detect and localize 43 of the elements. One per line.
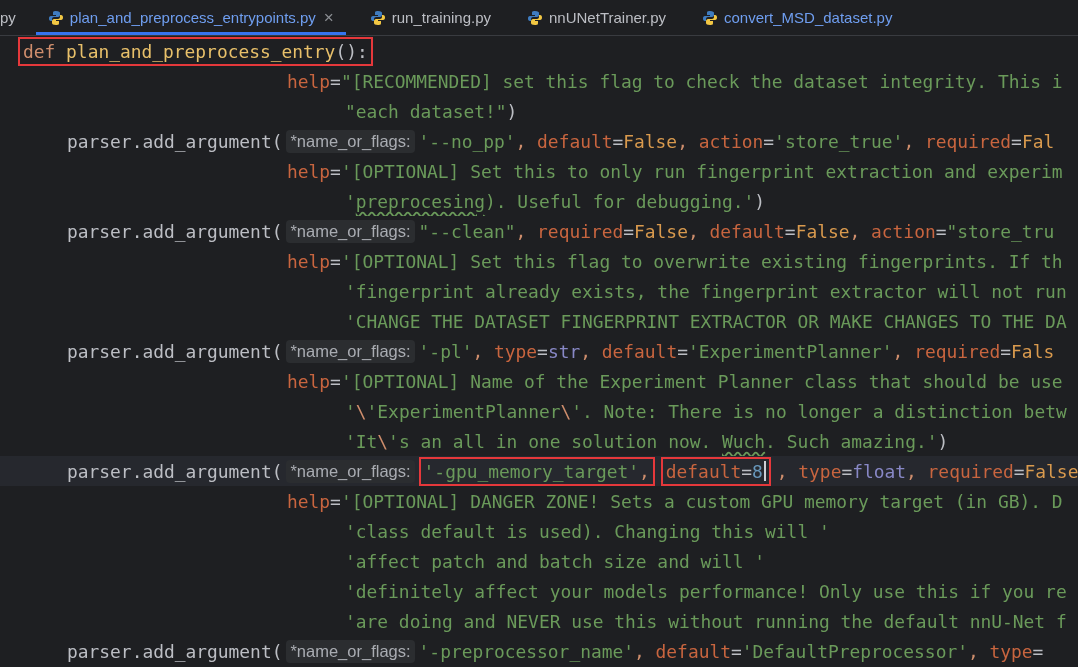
code-text: '-pl', type=str, default='ExperimentPlanner', required=Fals <box>418 340 1055 362</box>
code-text: parser.add_argument( <box>67 340 283 362</box>
code-text: parser.add_argument( <box>67 640 283 662</box>
code-text: 'are doing and NEVER use this without running the default nnU-Net f <box>345 610 1067 632</box>
code-text: default=8 <box>665 460 763 482</box>
code-text: 'CHANGE THE DATASET FINGERPRINT EXTRACTOR OR MAKE CHANGES TO THE DA <box>345 310 1067 332</box>
code-text: 'fingerprint already exists, the fingerprint extractor will not run <box>345 280 1067 302</box>
parameter-hint: *name_or_flags: <box>286 639 415 663</box>
editor-tab[interactable]: nnUNetTrainer.py <box>515 0 678 35</box>
editor-tab[interactable]: run_training.py <box>357 0 503 35</box>
code-text: help="[RECOMMENDED] set this flag to check the dataset integrity. This i <box>287 70 1063 92</box>
code-text: help='[OPTIONAL] DANGER ZONE! Sets a custom GPU memory target (in GB). D <box>287 490 1063 512</box>
code-text: '\'ExperimentPlanner\'. Note: There is no longer a distinction betw <box>345 400 1067 422</box>
code-text: parser.add_argument( <box>67 460 283 482</box>
editor-tab[interactable]: convert_MSD_dataset.py <box>690 0 905 35</box>
code-text: parser.add_argument( <box>67 220 283 242</box>
file-icon <box>702 9 718 26</box>
code-text: help='[OPTIONAL] Set this flag to overwrite existing fingerprints. If th <box>287 250 1063 272</box>
code-text: 'definitely affect your models performance! Only use this if you re <box>345 580 1067 602</box>
code-text: "--clean", required=False, default=False, action="store_tru <box>418 220 1055 242</box>
code-text: help='[OPTIONAL] Set this to only run fingerprint extraction and experim <box>287 160 1063 182</box>
code-text: parser.add_argument( <box>67 130 283 152</box>
code-text: 'It\'s an all in one solution now. Wuch. Such amazing.') <box>345 430 949 452</box>
code-text: '-preprocessor_name', default='DefaultPreprocessor', type= <box>418 640 1044 662</box>
close-icon[interactable]: × <box>323 7 334 28</box>
code-text: help='[OPTIONAL] Name of the Experiment Planner class that should be use <box>287 370 1063 392</box>
parameter-hint: *name_or_flags: <box>286 339 415 363</box>
code-text: 'affect patch and batch size and will ' <box>345 550 766 572</box>
code-text: "each dataset!") <box>345 100 518 122</box>
code-text: '-gpu_memory_target', <box>423 460 650 482</box>
file-icon <box>369 9 386 26</box>
code-text: 'class default is used). Changing this will ' <box>345 520 830 542</box>
code-text: 'preprocesing). Useful for debugging.') <box>345 190 766 212</box>
editor-tab[interactable]: py <box>0 0 24 35</box>
code-text: , type=float, required=False <box>776 460 1078 482</box>
parameter-hint: *name_or_flags: <box>286 219 415 243</box>
editor-tab[interactable]: plan_and_preprocess_entrypoints.py × <box>35 0 346 35</box>
file-icon <box>527 9 543 26</box>
code-text: def plan_and_preprocess_entry(): <box>23 40 368 62</box>
parameter-hint: *name_or_flags: <box>286 459 415 483</box>
parameter-hint: *name_or_flags: <box>286 129 415 153</box>
file-icon <box>47 9 64 26</box>
code-text: '--no_pp', default=False, action='store_true', required=Fal <box>418 130 1055 152</box>
